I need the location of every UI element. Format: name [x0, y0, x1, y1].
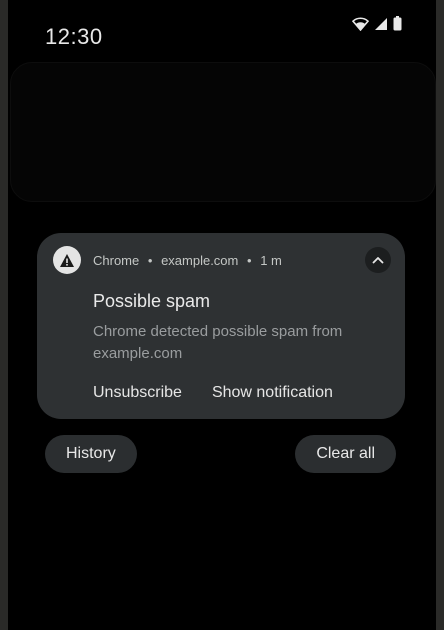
notification-shade: 12:30 Chrome • example.com • 1 m Possibl…: [8, 0, 436, 630]
collapse-button[interactable]: [365, 247, 391, 273]
history-button[interactable]: History: [45, 435, 137, 473]
clear-all-button[interactable]: Clear all: [295, 435, 396, 473]
warning-icon: [53, 246, 81, 274]
notification-body: Chrome detected possible spam from examp…: [93, 323, 343, 362]
notification-age: 1 m: [260, 253, 282, 268]
unsubscribe-button[interactable]: Unsubscribe: [93, 384, 182, 402]
quick-settings-panel: [10, 62, 436, 202]
status-icons: [352, 16, 402, 31]
notification-header: Chrome • example.com • 1 m: [93, 253, 282, 268]
show-notification-button[interactable]: Show notification: [212, 384, 333, 402]
chevron-up-icon: [372, 257, 384, 264]
status-time: 12:30: [45, 24, 103, 49]
notification-actions: Unsubscribe Show notification: [93, 384, 333, 402]
notification-title: Possible spam: [93, 291, 211, 311]
header-separator: •: [247, 253, 252, 268]
app-name: Chrome: [93, 253, 140, 268]
battery-icon: [393, 16, 402, 31]
wifi-icon: [352, 16, 369, 31]
notification-source: example.com: [161, 253, 239, 268]
cell-signal-icon: [374, 17, 388, 31]
header-separator: •: [147, 253, 153, 268]
phone-frame: 12:30 Chrome • example.com • 1 m Possibl…: [0, 0, 444, 630]
notification-card[interactable]: Chrome • example.com • 1 m Possible spam…: [37, 233, 405, 419]
